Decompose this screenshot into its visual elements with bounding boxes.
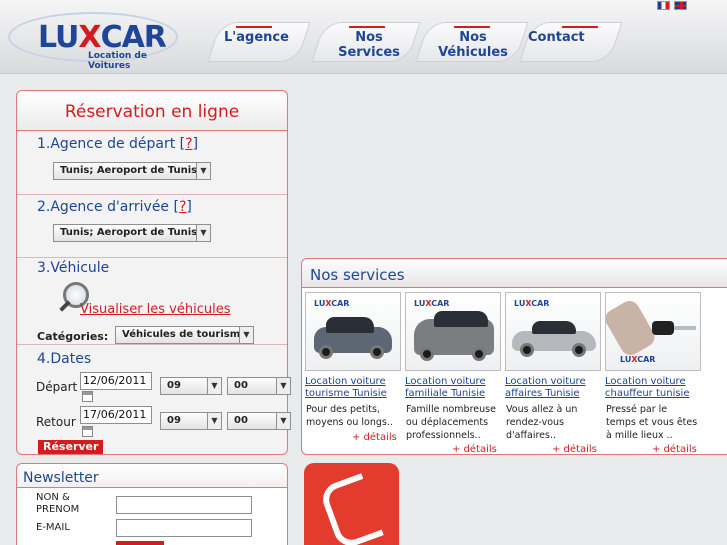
departure-minute-select[interactable]: 00 ▼ (227, 377, 291, 395)
mini-logo: LUXCAR (314, 299, 350, 308)
return-minute-select[interactable]: 00 ▼ (227, 412, 291, 430)
chevron-down-icon: ▼ (196, 163, 210, 179)
car-glass (326, 317, 374, 333)
key-blade (674, 326, 696, 330)
wheel-icon (319, 345, 333, 359)
wheel-icon (472, 347, 486, 361)
reserve-button[interactable]: Réserver (38, 440, 104, 454)
nav-underline (236, 26, 272, 28)
newsletter-title: Newsletter (23, 470, 99, 486)
mini-logo: LUXCAR (620, 355, 656, 364)
email-label: E-MAIL (36, 522, 70, 533)
vehicle-title: 3.Véhicule (37, 260, 110, 276)
departure-agency-select[interactable]: Tunis; Aeroport de Tunis- ▼ (53, 162, 211, 180)
chevron-down-icon: ▼ (196, 225, 210, 241)
chevron-down-icon: ▼ (276, 378, 290, 394)
details-link[interactable]: + détails (652, 444, 697, 455)
service-card-title[interactable]: Location voiture tourisme Tunisie (305, 376, 405, 400)
name-label: NON & PRENOM (36, 492, 80, 515)
luxcar-logo[interactable]: LUXCAR Location de Voitures (8, 10, 184, 71)
reservation-header: Réservation en ligne (17, 91, 287, 131)
departure-title: 1.Agence de départ [?] (37, 136, 199, 152)
dates-title: 4.Dates (37, 351, 92, 367)
logo-wordmark: LUXCAR (38, 20, 167, 55)
arrival-agency-select[interactable]: Tunis; Aeroport de Tunis- ▼ (53, 224, 211, 242)
reservation-panel: Réservation en ligne 1.Agence de départ … (16, 90, 291, 455)
category-label: Catégories: (37, 330, 109, 343)
wheel-icon (520, 343, 534, 357)
hand-shape (606, 297, 659, 359)
nav-services[interactable]: Nos Services (325, 30, 413, 60)
departure-date-label: Départ (36, 380, 78, 394)
service-card-desc: Pressé par le temps et vous êtes à mille… (606, 404, 698, 441)
departure-section: 1.Agence de départ [?] Tunis; Aeroport d… (17, 132, 287, 195)
details-link[interactable]: + détails (452, 444, 497, 455)
details-link[interactable]: + détails (552, 444, 597, 455)
service-card-desc: Famille nombreuse ou déplacements profes… (406, 404, 496, 441)
view-vehicles-link[interactable]: Visualiser les véhicules (80, 302, 231, 317)
car-image[interactable]: LUXCAR (305, 292, 401, 371)
car-image[interactable]: LUXCAR (405, 292, 501, 371)
en-flag-icon[interactable] (674, 1, 687, 10)
departure-help-link[interactable]: ? (185, 136, 192, 152)
return-date-input[interactable]: 17/06/2011 (80, 406, 152, 424)
return-hour-select[interactable]: 09 ▼ (160, 412, 222, 430)
subscribe-button[interactable] (116, 541, 164, 545)
header: LUXCAR Location de Voitures L'agence Nos… (0, 0, 727, 74)
car-glass (434, 311, 488, 327)
chevron-down-icon: ▼ (239, 327, 253, 343)
mini-logo: LUXCAR (414, 299, 450, 308)
wheel-icon (370, 345, 384, 359)
services-header: Nos services (302, 259, 727, 288)
nav-contact[interactable]: Contact (528, 30, 585, 45)
fr-flag-icon[interactable] (657, 1, 670, 10)
service-card-title[interactable]: Location voiture chauffeur tunisie (605, 376, 705, 400)
service-card-desc: Vous allez à un rendez-vous d'affaires.. (506, 404, 578, 441)
newsletter-panel: Newsletter NON & PRENOM E-MAIL (16, 463, 288, 545)
car-key-icon (652, 321, 674, 335)
newsletter-header: Newsletter (17, 464, 287, 488)
service-card-title[interactable]: Location voiture familiale Tunisie (405, 376, 505, 400)
arrival-title: 2.Agence d'arrivée [?] (37, 199, 192, 215)
car-key-image[interactable]: LUXCAR (605, 292, 701, 371)
nav-agence[interactable]: L'agence (224, 30, 289, 45)
email-input[interactable] (116, 519, 252, 537)
nav-underline (349, 26, 385, 28)
phone-icon (318, 473, 384, 545)
services-title: Nos services (310, 266, 405, 284)
service-card-desc: Pour des petits, moyens ou longs.. (306, 404, 393, 428)
category-select[interactable]: Véhicules de tourisme ▼ (115, 326, 254, 344)
logo-tagline: Location de Voitures (88, 51, 147, 71)
nav-underline (454, 26, 490, 28)
calendar-icon[interactable] (82, 391, 93, 402)
car-image[interactable]: LUXCAR (505, 292, 601, 371)
service-card-title[interactable]: Location voiture affaires Tunisie (505, 376, 605, 400)
nav-underline (562, 26, 598, 28)
nav-vehicules[interactable]: Nos Véhicules (427, 30, 519, 60)
services-panel: Nos services LUXCAR Location voiture tou… (301, 258, 727, 455)
wheel-icon (572, 343, 586, 357)
calendar-icon[interactable] (82, 426, 93, 437)
arrival-help-link[interactable]: ? (179, 199, 186, 215)
reservation-title: Réservation en ligne (64, 102, 240, 122)
departure-hour-select[interactable]: 09 ▼ (160, 377, 222, 395)
departure-date-input[interactable]: 12/06/2011 (80, 372, 152, 390)
name-input[interactable] (116, 496, 252, 514)
details-link[interactable]: + détails (352, 432, 397, 443)
return-date-label: Retour (36, 415, 76, 429)
arrival-section: 2.Agence d'arrivée [?] Tunis; Aeroport d… (17, 196, 287, 258)
car-glass (532, 321, 576, 334)
mini-logo: LUXCAR (514, 299, 550, 308)
wheel-icon (420, 347, 434, 361)
phone-contact-block[interactable] (304, 463, 399, 545)
chevron-down-icon: ▼ (207, 378, 221, 394)
chevron-down-icon: ▼ (207, 413, 221, 429)
chevron-down-icon: ▼ (276, 413, 290, 429)
